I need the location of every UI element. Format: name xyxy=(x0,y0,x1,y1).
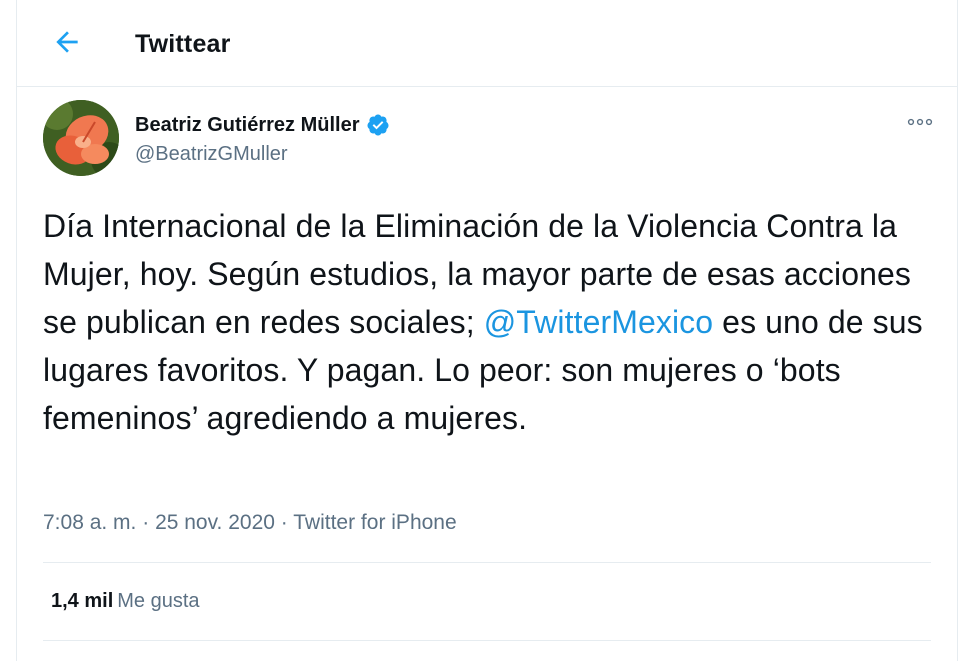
likes-count: 1,4 mil xyxy=(51,590,114,612)
page-header: Twittear xyxy=(17,0,957,87)
avatar[interactable] xyxy=(43,100,119,176)
author-handle[interactable]: @BeatrizGMuller xyxy=(135,143,288,166)
more-options-button[interactable] xyxy=(905,112,935,132)
divider xyxy=(43,640,931,641)
likes-stat[interactable]: 1,4 mil Me gusta xyxy=(51,590,200,613)
tweet-metadata: 7:08 a. m. · 25 nov. 2020 · Twitter for … xyxy=(43,511,457,535)
author-name-row[interactable]: Beatriz Gutiérrez Müller xyxy=(135,113,390,137)
flower-avatar-image xyxy=(43,100,119,176)
meta-separator: · xyxy=(274,511,294,534)
page-title: Twittear xyxy=(135,30,231,58)
mention-link[interactable]: @TwitterMexico xyxy=(484,304,713,340)
verified-badge-icon xyxy=(367,114,389,136)
tweet-text: Día Internacional de la Eliminación de l… xyxy=(43,202,943,442)
back-button[interactable] xyxy=(51,26,83,58)
more-options-icon xyxy=(907,118,933,126)
divider xyxy=(43,562,931,563)
arrow-left-icon xyxy=(56,31,78,53)
tweet-detail-panel: Twittear Beatriz Gutiérrez Müller @Beatr… xyxy=(16,0,958,661)
likes-label: Me gusta xyxy=(117,590,200,612)
tweet-time[interactable]: 7:08 a. m. xyxy=(43,511,136,534)
author-name[interactable]: Beatriz Gutiérrez Müller xyxy=(135,114,360,137)
tweet-date[interactable]: 25 nov. 2020 xyxy=(155,511,275,534)
meta-separator: · xyxy=(136,511,156,534)
tweet-source-link[interactable]: Twitter for iPhone xyxy=(293,511,456,534)
